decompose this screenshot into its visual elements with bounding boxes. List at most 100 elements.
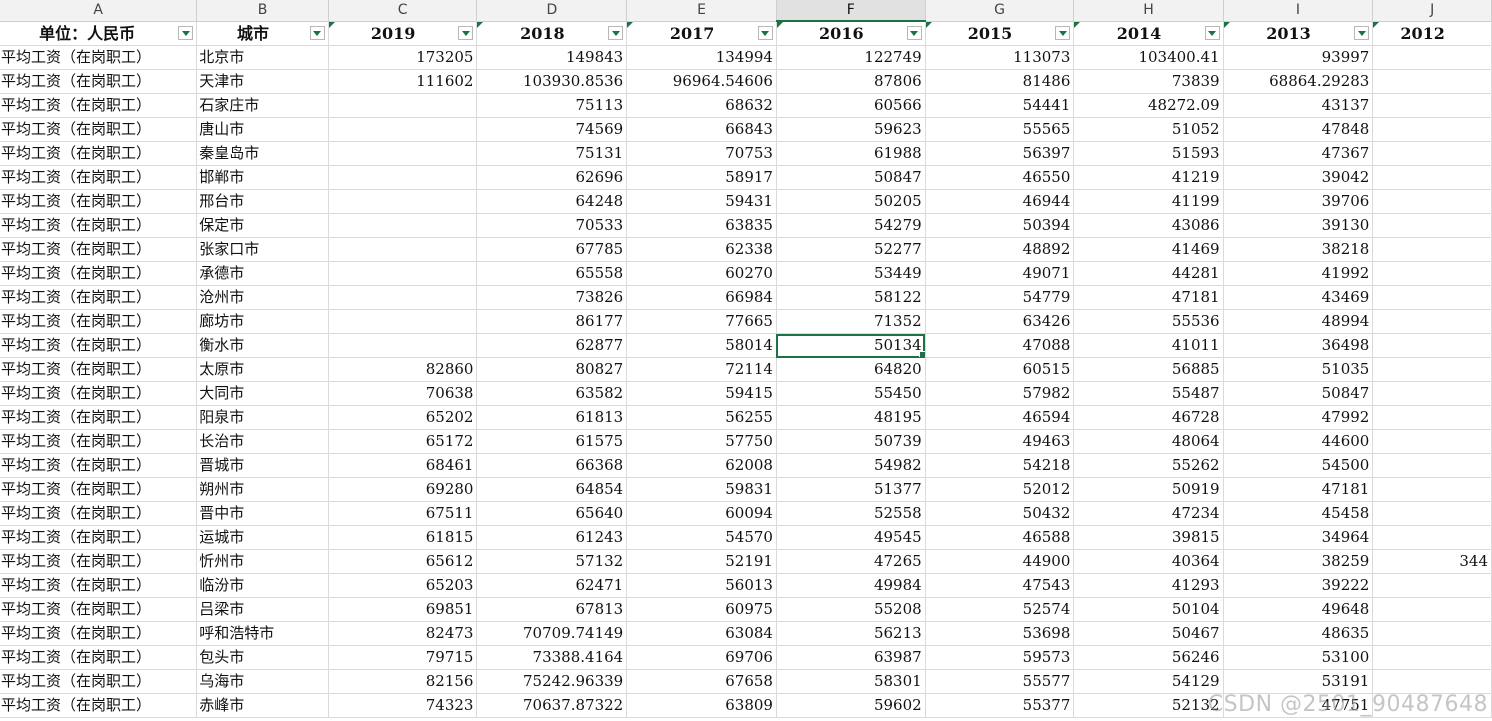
value-cell[interactable]: 48064 bbox=[1073, 429, 1224, 454]
value-cell[interactable]: 62338 bbox=[626, 237, 777, 262]
column-header-e[interactable]: E bbox=[626, 0, 777, 22]
value-cell[interactable]: 134994 bbox=[626, 45, 777, 70]
value-cell[interactable]: 50847 bbox=[1223, 381, 1374, 406]
value-cell[interactable]: 61243 bbox=[476, 525, 628, 550]
value-cell[interactable] bbox=[1372, 597, 1492, 622]
value-cell[interactable]: 46550 bbox=[925, 165, 1075, 190]
value-cell[interactable]: 63426 bbox=[925, 309, 1075, 334]
metric-cell[interactable]: 平均工资（在岗职工） bbox=[0, 357, 198, 382]
city-cell[interactable]: 石家庄市 bbox=[196, 93, 329, 118]
value-cell[interactable]: 41219 bbox=[1073, 165, 1224, 190]
value-cell[interactable]: 65558 bbox=[476, 261, 628, 286]
value-cell[interactable]: 36498 bbox=[1223, 333, 1374, 358]
city-cell[interactable]: 包头市 bbox=[196, 645, 329, 670]
city-cell[interactable]: 晋中市 bbox=[196, 501, 329, 526]
value-cell[interactable]: 46588 bbox=[925, 525, 1075, 550]
value-cell[interactable]: 70753 bbox=[626, 141, 777, 166]
value-cell[interactable]: 39815 bbox=[1073, 525, 1224, 550]
value-cell[interactable]: 93997 bbox=[1223, 45, 1374, 70]
value-cell[interactable]: 54779 bbox=[925, 285, 1075, 310]
value-cell[interactable]: 51035 bbox=[1223, 357, 1374, 382]
value-cell[interactable]: 56885 bbox=[1073, 357, 1224, 382]
value-cell[interactable] bbox=[328, 165, 478, 190]
filter-dropdown-icon[interactable] bbox=[608, 25, 624, 40]
value-cell[interactable]: 48892 bbox=[925, 237, 1075, 262]
value-cell[interactable]: 41469 bbox=[1073, 237, 1224, 262]
value-cell[interactable]: 57132 bbox=[476, 549, 628, 574]
value-cell[interactable]: 54500 bbox=[1223, 453, 1374, 478]
value-cell[interactable]: 60094 bbox=[626, 501, 777, 526]
value-cell[interactable]: 39042 bbox=[1223, 165, 1374, 190]
city-cell[interactable]: 天津市 bbox=[196, 69, 329, 94]
value-cell[interactable]: 51377 bbox=[776, 477, 926, 502]
value-cell[interactable]: 62696 bbox=[476, 165, 628, 190]
value-cell[interactable]: 80827 bbox=[476, 357, 628, 382]
value-cell[interactable] bbox=[1372, 309, 1492, 334]
city-cell[interactable]: 唐山市 bbox=[196, 117, 329, 142]
value-cell[interactable]: 86177 bbox=[476, 309, 628, 334]
value-cell[interactable]: 82156 bbox=[328, 669, 478, 694]
value-cell[interactable]: 49071 bbox=[925, 261, 1075, 286]
value-cell[interactable]: 47848 bbox=[1223, 117, 1374, 142]
value-cell[interactable]: 61988 bbox=[776, 141, 926, 166]
value-cell[interactable]: 62877 bbox=[476, 333, 628, 358]
city-cell[interactable]: 承德市 bbox=[196, 261, 329, 286]
value-cell[interactable] bbox=[1372, 693, 1492, 718]
value-cell[interactable]: 52012 bbox=[925, 477, 1075, 502]
value-cell[interactable]: 81486 bbox=[925, 69, 1075, 94]
column-header-d[interactable]: D bbox=[476, 0, 628, 22]
value-cell[interactable]: 47181 bbox=[1073, 285, 1224, 310]
value-cell[interactable]: 54218 bbox=[925, 453, 1075, 478]
value-cell[interactable]: 45458 bbox=[1223, 501, 1374, 526]
value-cell[interactable]: 66984 bbox=[626, 285, 777, 310]
value-cell[interactable]: 38259 bbox=[1223, 549, 1374, 574]
value-cell[interactable] bbox=[328, 309, 478, 334]
value-cell[interactable] bbox=[328, 213, 478, 238]
filter-dropdown-icon[interactable] bbox=[757, 25, 773, 40]
value-cell[interactable]: 49984 bbox=[776, 573, 926, 598]
value-cell[interactable]: 43469 bbox=[1223, 285, 1374, 310]
value-cell[interactable] bbox=[328, 285, 478, 310]
value-cell[interactable] bbox=[1372, 333, 1492, 358]
metric-cell[interactable]: 平均工资（在岗职工） bbox=[0, 525, 198, 550]
value-cell[interactable]: 43137 bbox=[1223, 93, 1374, 118]
value-cell[interactable]: 122749 bbox=[776, 45, 926, 70]
value-cell[interactable] bbox=[1372, 501, 1492, 526]
value-cell[interactable]: 69280 bbox=[328, 477, 478, 502]
value-cell[interactable]: 66843 bbox=[626, 117, 777, 142]
value-cell[interactable]: 50467 bbox=[1073, 621, 1224, 646]
value-cell[interactable] bbox=[1372, 285, 1492, 310]
value-cell[interactable]: 82473 bbox=[328, 621, 478, 646]
city-cell[interactable]: 邢台市 bbox=[196, 189, 329, 214]
metric-cell[interactable]: 平均工资（在岗职工） bbox=[0, 477, 198, 502]
value-cell[interactable]: 65172 bbox=[328, 429, 478, 454]
metric-cell[interactable]: 平均工资（在岗职工） bbox=[0, 597, 198, 622]
value-cell[interactable]: 58014 bbox=[626, 333, 777, 358]
value-cell[interactable]: 39130 bbox=[1223, 213, 1374, 238]
value-cell[interactable]: 46728 bbox=[1073, 405, 1224, 430]
value-cell[interactable]: 49648 bbox=[1223, 597, 1374, 622]
value-cell[interactable] bbox=[1372, 117, 1492, 142]
value-cell[interactable]: 58122 bbox=[776, 285, 926, 310]
value-cell[interactable]: 103400.41 bbox=[1073, 45, 1224, 70]
value-cell[interactable]: 54982 bbox=[776, 453, 926, 478]
value-cell[interactable] bbox=[328, 261, 478, 286]
value-cell[interactable]: 70709.74149 bbox=[476, 621, 628, 646]
value-cell[interactable]: 63084 bbox=[626, 621, 777, 646]
metric-cell[interactable]: 平均工资（在岗职工） bbox=[0, 213, 198, 238]
value-cell[interactable]: 64248 bbox=[476, 189, 628, 214]
value-cell[interactable]: 47543 bbox=[925, 573, 1075, 598]
value-cell[interactable] bbox=[1372, 165, 1492, 190]
value-cell[interactable]: 60566 bbox=[776, 93, 926, 118]
city-cell[interactable]: 邯郸市 bbox=[196, 165, 329, 190]
value-cell[interactable]: 69706 bbox=[626, 645, 777, 670]
filter-dropdown-icon[interactable] bbox=[458, 25, 474, 40]
value-cell[interactable]: 68461 bbox=[328, 453, 478, 478]
metric-cell[interactable]: 平均工资（在岗职工） bbox=[0, 549, 198, 574]
value-cell[interactable] bbox=[328, 189, 478, 214]
value-cell[interactable]: 55536 bbox=[1073, 309, 1224, 334]
value-cell[interactable]: 66368 bbox=[476, 453, 628, 478]
value-cell[interactable]: 39222 bbox=[1223, 573, 1374, 598]
value-cell[interactable]: 63809 bbox=[626, 693, 777, 718]
value-cell[interactable]: 48994 bbox=[1223, 309, 1374, 334]
